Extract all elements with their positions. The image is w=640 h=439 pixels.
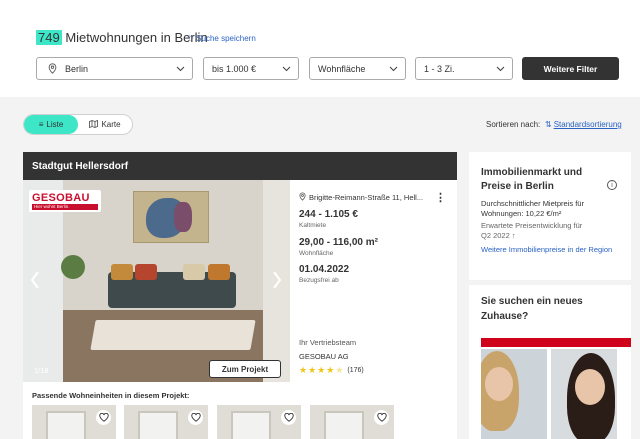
rooms-value: 1 - 3 Zi.: [424, 63, 455, 74]
address-text: Brigitte-Reimann-Straße 11, Hell...: [309, 193, 424, 202]
market-sidebar: Immobilienmarkt und Preise in Berlin i D…: [469, 152, 631, 439]
project-title[interactable]: Stadtgut Hellersdorf: [23, 152, 457, 180]
sort-label: Sortieren nach:: [486, 120, 541, 129]
photo-pillow: [135, 264, 157, 280]
thumb-window: [324, 411, 364, 439]
thumb-window: [231, 411, 271, 439]
location-pin-icon: [299, 192, 306, 203]
rooms-select[interactable]: 1 - 3 Zi.: [415, 57, 513, 80]
photo-pillow: [208, 264, 230, 280]
promo-title: Sie suchen ein neues Zuhause?: [481, 296, 583, 322]
photo-pillow: [183, 264, 205, 280]
thumb-window: [138, 411, 178, 439]
save-search-link[interactable]: ♡ Suche speichern: [187, 34, 256, 43]
star-half-icon: ★: [335, 365, 344, 375]
agent-company[interactable]: GESOBAU AG: [299, 352, 349, 361]
unit-thumbnail[interactable]: [310, 405, 394, 439]
market-title: Immobilienmarkt und Preise in Berlin: [481, 167, 583, 192]
city-value: Berlin: [65, 63, 89, 74]
heart-icon[interactable]: [281, 410, 296, 425]
listing-photo[interactable]: GESOBAU Hier wohnt Berlin. 1/18 Zum Proj…: [23, 180, 290, 382]
avg-rent-line1: Durchschnittlicher Mietpreis für: [481, 199, 584, 208]
view-toggle: ≡ Liste Karte: [23, 114, 133, 135]
location-pin-icon: [45, 63, 59, 74]
price-range: 244 - 1.105 €: [299, 209, 358, 220]
search-header: 749 Mietwohnungen in Berlin ♡ Suche speic…: [0, 0, 640, 97]
divider: [469, 280, 631, 285]
area-value: Wohnfläche: [318, 63, 366, 74]
unit-thumbnail[interactable]: [32, 405, 116, 439]
price-trend-line2: Q2 2022 ↑: [481, 231, 516, 240]
star-icon: ★: [317, 365, 326, 375]
listing-card[interactable]: Stadtgut Hellersdorf GESOBAU Hier wohnt …: [23, 152, 457, 439]
more-filters-button[interactable]: Weitere Filter: [522, 57, 619, 80]
star-icon: ★: [326, 365, 335, 375]
area-range: 29,00 - 116,00 m²: [299, 237, 378, 248]
heart-icon: ♡: [187, 34, 195, 43]
logo-sub-text: Hier wohnt Berlin.: [32, 204, 98, 210]
heart-icon[interactable]: [374, 410, 389, 425]
heart-icon[interactable]: [188, 410, 203, 425]
chevron-down-icon: [172, 61, 188, 77]
next-image-button[interactable]: [269, 268, 285, 292]
map-view-label: Karte: [101, 120, 121, 129]
map-icon: [89, 119, 99, 130]
rating[interactable]: ★ ★ ★ ★ ★ (176): [299, 366, 364, 375]
list-view-button[interactable]: ≡ Liste: [24, 115, 78, 134]
listing-details: Brigitte-Reimann-Straße 11, Hell... ⋮ 24…: [299, 191, 453, 375]
project-button[interactable]: Zum Projekt: [209, 360, 281, 378]
promo-banner-bar: [481, 338, 631, 347]
result-count: 749: [36, 30, 62, 45]
chevron-down-icon: [492, 61, 508, 77]
avg-rent-line2: Wohnungen: 10,22 €/m²: [481, 209, 562, 218]
area-label: Wohnfläche: [299, 250, 334, 257]
price-select[interactable]: bis 1.000 €: [203, 57, 299, 80]
star-icon: ★: [308, 365, 317, 375]
sort-value: Standardsortierung: [553, 120, 622, 129]
unit-thumbnail[interactable]: [217, 405, 301, 439]
available-label: Bezugsfrei ab: [299, 277, 339, 284]
more-prices-link[interactable]: Weitere Immobilienpreise in der Region: [481, 245, 621, 255]
thumb-window: [46, 411, 86, 439]
price-trend-line1: Erwartete Preisentwicklung für: [481, 221, 583, 230]
page-title: 749 Mietwohnungen in Berlin: [36, 30, 208, 45]
price-value: bis 1.000 €: [212, 63, 257, 74]
matching-units-heading: Passende Wohneinheiten in diesem Projekt…: [32, 391, 190, 400]
price-label: Kaltmiete: [299, 222, 327, 229]
photo-plant: [61, 255, 85, 279]
agent-label: Ihr Vertriebsteam: [299, 338, 357, 347]
save-search-label: Suche speichern: [196, 34, 256, 43]
gesobau-logo: GESOBAU Hier wohnt Berlin.: [29, 190, 101, 212]
rating-count: (176): [347, 367, 364, 374]
heart-icon[interactable]: [96, 410, 111, 425]
agent-portrait: [481, 349, 547, 439]
more-options-icon[interactable]: ⋮: [435, 191, 446, 204]
photo-painting: [133, 191, 209, 243]
sort-select[interactable]: ⇅ Standardsortierung: [545, 120, 622, 129]
photo-rug: [90, 320, 256, 350]
map-view-button[interactable]: Karte: [78, 115, 132, 134]
prev-image-button[interactable]: [27, 268, 43, 292]
image-counter: 1/18: [34, 366, 49, 375]
chevron-down-icon: [278, 61, 294, 77]
star-icon: ★: [299, 365, 308, 375]
area-select[interactable]: Wohnfläche: [309, 57, 406, 80]
sort-icon: ⇅: [545, 120, 552, 129]
list-view-label: Liste: [46, 120, 64, 129]
city-select[interactable]: Berlin: [36, 57, 193, 80]
agent-portrait: [551, 349, 617, 439]
info-icon[interactable]: i: [607, 180, 617, 190]
logo-main-text: GESOBAU: [32, 192, 90, 204]
available-date: 01.04.2022: [299, 264, 350, 275]
address: Brigitte-Reimann-Straße 11, Hell...: [299, 192, 453, 203]
page-title-text: Mietwohnungen in Berlin: [61, 30, 208, 45]
list-icon: ≡: [38, 120, 44, 129]
unit-thumbnail[interactable]: [124, 405, 208, 439]
chevron-down-icon: [385, 61, 401, 77]
photo-pillow: [111, 264, 133, 280]
